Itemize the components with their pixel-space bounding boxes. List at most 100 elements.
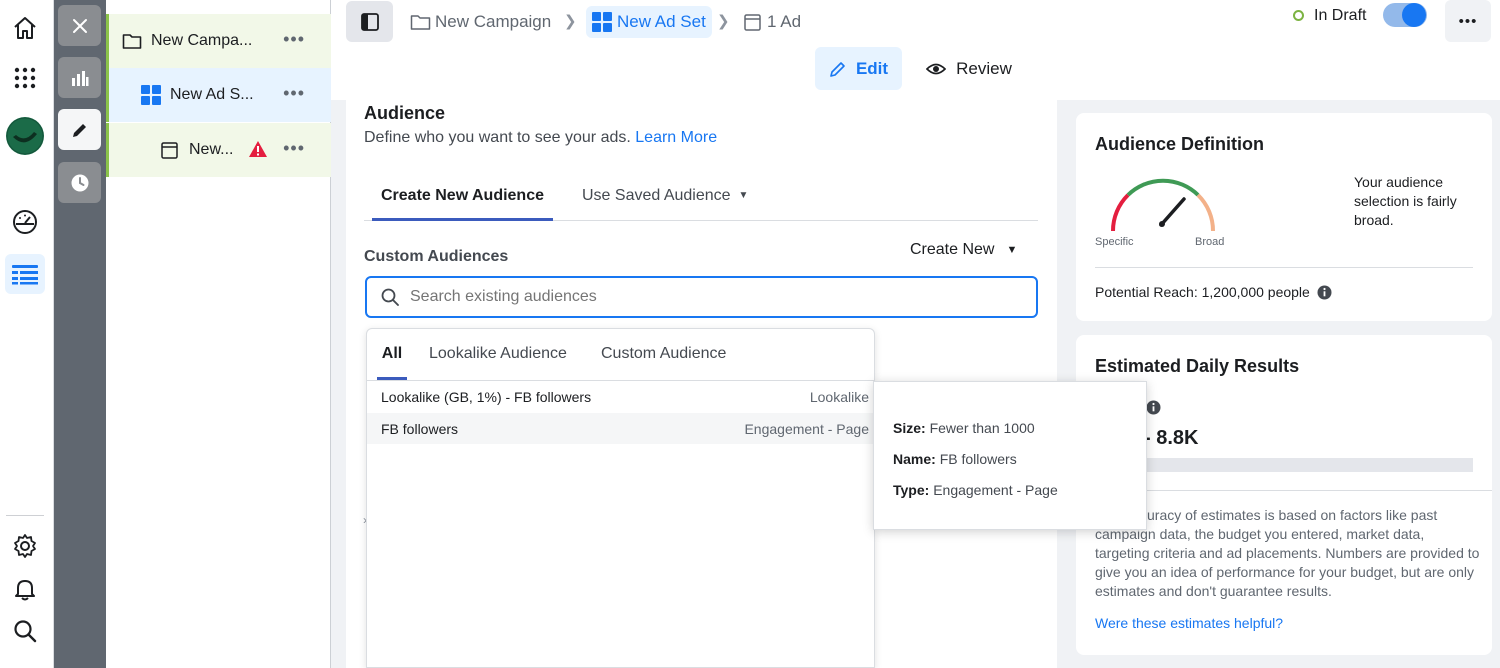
- chevron-right-icon: ❯: [717, 13, 730, 30]
- dropdown-tab-custom[interactable]: Custom Audience: [601, 345, 726, 363]
- top-bar: New Campaign ❯ New Ad Set ❯ 1 Ad In Draf…: [331, 0, 1500, 100]
- draft-toggle[interactable]: [1383, 3, 1427, 27]
- tree-item-campaign[interactable]: New Campa... •••: [106, 14, 331, 68]
- toggle-knob: [1402, 3, 1426, 27]
- tree-item-ad-set[interactable]: New Ad S... •••: [106, 68, 331, 122]
- audience-title: Audience: [364, 103, 446, 123]
- history-clock-icon[interactable]: [58, 162, 101, 203]
- create-new-label: Create New: [910, 241, 995, 258]
- global-nav: [0, 0, 54, 668]
- tooltip-type-label: Type:: [893, 482, 930, 498]
- tree-ad-label: New...: [189, 141, 234, 158]
- tooltip-type-value: Engagement - Page: [933, 482, 1058, 498]
- home-icon[interactable]: [5, 8, 45, 48]
- tab-use-saved-audience[interactable]: Use Saved Audience ▼: [582, 173, 748, 218]
- learn-more-link[interactable]: Learn More: [635, 129, 717, 146]
- tree-status-bar: [106, 14, 109, 68]
- ad-page-icon: [744, 13, 761, 31]
- gauge-specific-label: Specific: [1095, 236, 1134, 248]
- definition-divider: [1095, 267, 1473, 268]
- audience-option-type: Engagement - Page: [744, 420, 869, 437]
- tree-ad-set-label: New Ad S...: [170, 86, 254, 103]
- audience-definition-card: Audience Definition Specific Broad Your …: [1076, 113, 1492, 321]
- warning-icon[interactable]: [248, 140, 268, 158]
- audience-search-dropdown: All Lookalike Audience Custom Audience L…: [366, 328, 875, 668]
- more-menu-button[interactable]: •••: [1445, 0, 1491, 42]
- breadcrumb-ad-set-label: New Ad Set: [617, 12, 706, 31]
- settings-gear-icon[interactable]: [5, 526, 45, 566]
- toggle-sidebar-button[interactable]: [346, 1, 393, 42]
- custom-audiences-label: Custom Audiences: [364, 248, 509, 265]
- audience-details-tooltip: Size: Fewer than 1000 Name: FB followers…: [873, 381, 1147, 530]
- breadcrumb-ad[interactable]: 1 Ad: [744, 6, 801, 38]
- ad-page-icon: [161, 141, 178, 159]
- notifications-bell-icon[interactable]: [5, 569, 45, 609]
- info-icon[interactable]: [1317, 285, 1332, 300]
- tooltip-size-line: Size: Fewer than 1000: [893, 420, 1035, 436]
- audience-option-row[interactable]: FB followers Engagement - Page: [367, 413, 874, 444]
- tab-create-new-label: Create New Audience: [380, 186, 544, 204]
- draft-status-dot: [1293, 10, 1304, 21]
- tooltip-size-value: Fewer than 1000: [929, 420, 1035, 436]
- search-audiences-input[interactable]: [410, 288, 1010, 306]
- review-mode-button[interactable]: Review: [925, 47, 1013, 90]
- breadcrumb-ad-set[interactable]: New Ad Set: [586, 6, 712, 38]
- more-options-icon[interactable]: •••: [283, 139, 305, 157]
- campaign-tree: New Campa... ••• New Ad S... ••• New... …: [106, 0, 331, 668]
- create-new-dropdown[interactable]: Create New ▼: [910, 241, 1017, 259]
- sidebar-panel-icon: [360, 12, 379, 31]
- search-audiences-field[interactable]: [365, 276, 1038, 318]
- status-label: In Draft: [1314, 7, 1367, 24]
- audience-option-row[interactable]: Lookalike (GB, 1%) - FB followers Lookal…: [367, 381, 874, 413]
- estimates-helpful-link[interactable]: Were these estimates helpful?: [1095, 615, 1283, 631]
- audience-option-type: Lookalike: [809, 389, 869, 405]
- ad-set-grid-icon: [141, 85, 161, 105]
- dropdown-tab-all-label: All: [381, 345, 403, 362]
- apps-grid-icon[interactable]: [5, 58, 45, 98]
- tooltip-name-label: Name:: [893, 451, 936, 467]
- close-icon[interactable]: [58, 5, 101, 46]
- chart-bar-icon[interactable]: [58, 57, 101, 98]
- chevron-right-icon: ❯: [564, 13, 577, 30]
- tooltip-size-label: Size:: [893, 420, 926, 436]
- search-icon[interactable]: [5, 611, 45, 651]
- dashboard-gauge-icon[interactable]: [5, 202, 45, 242]
- tooltip-name-value: FB followers: [939, 451, 1017, 467]
- review-mode-label: Review: [956, 58, 1012, 78]
- audience-description: Define who you want to see your ads.: [364, 129, 631, 146]
- tooltip-name-line: Name: FB followers: [893, 451, 1017, 467]
- folder-icon: [122, 32, 142, 50]
- breadcrumb-campaign-label: New Campaign: [435, 12, 552, 31]
- audience-breadth-summary: Your audience selection is fairly broad.: [1354, 174, 1457, 228]
- tree-status-bar: [106, 68, 109, 122]
- info-icon[interactable]: [1146, 400, 1161, 415]
- caret-down-icon: ▼: [738, 190, 749, 201]
- breadcrumb-campaign[interactable]: New Campaign: [410, 6, 551, 38]
- dropdown-tab-lookalike[interactable]: Lookalike Audience: [429, 345, 567, 363]
- audience-definition-title: Audience Definition: [1095, 134, 1265, 154]
- tree-status-bar: [106, 123, 109, 177]
- caret-down-icon: ▼: [1006, 244, 1018, 256]
- dropdown-tab-all[interactable]: All: [377, 342, 407, 380]
- estimate-range-bar: [1095, 458, 1473, 472]
- more-options-icon[interactable]: •••: [283, 84, 305, 102]
- tree-item-ad[interactable]: New... •••: [106, 123, 331, 177]
- tab-use-saved-label: Use Saved Audience: [582, 186, 731, 204]
- edit-mode-button[interactable]: Edit: [815, 47, 902, 90]
- tab-create-new-audience[interactable]: Create New Audience: [372, 173, 553, 221]
- ad-set-grid-icon: [592, 12, 612, 32]
- edit-pencil-icon[interactable]: [58, 109, 101, 150]
- audience-option-name: FB followers: [381, 420, 459, 437]
- eye-icon: [926, 62, 947, 76]
- gauge-broad-label: Broad: [1195, 236, 1225, 248]
- edit-mode-label: Edit: [855, 58, 889, 78]
- tooltip-type-line: Type: Engagement - Page: [893, 482, 1058, 498]
- more-options-icon[interactable]: •••: [283, 30, 305, 48]
- ads-manager-table-icon[interactable]: [5, 254, 45, 294]
- audience-gauge: [1110, 178, 1216, 232]
- pencil-icon: [829, 60, 847, 78]
- dropdown-tab-custom-label: Custom Audience: [601, 345, 727, 362]
- account-avatar[interactable]: [5, 116, 45, 156]
- tool-rail: [54, 0, 106, 668]
- tree-campaign-label: New Campa...: [151, 32, 253, 49]
